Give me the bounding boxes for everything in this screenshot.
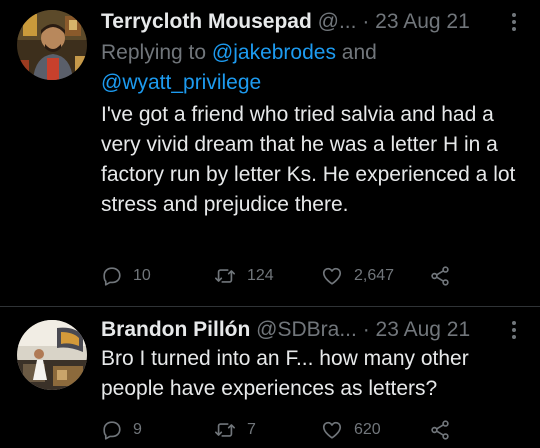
mention-link[interactable]: @jakebrodes (212, 41, 336, 64)
avatar-image (17, 10, 87, 80)
replying-to-label: Replying to (101, 41, 212, 64)
tweet-text: I've got a friend who tried salvia and h… (101, 103, 516, 216)
avatar[interactable] (17, 10, 87, 80)
timestamp[interactable]: 23 Aug 21 (375, 10, 470, 33)
heart-icon (322, 421, 342, 439)
share-button[interactable] (429, 263, 451, 289)
separator-dot: · (362, 10, 370, 33)
tweet-header: Terrycloth Mousepad @... · 23 Aug 21 (101, 8, 521, 36)
display-name[interactable]: Terrycloth Mousepad (101, 10, 312, 33)
share-icon (431, 266, 449, 286)
share-icon (431, 420, 449, 440)
more-vertical-icon[interactable] (507, 10, 521, 34)
handle[interactable]: @SDBra... (256, 318, 357, 341)
heart-icon (322, 267, 342, 285)
separator-dot: · (362, 318, 370, 341)
tweet[interactable]: Terrycloth Mousepad @... · 23 Aug 21 Rep… (0, 0, 540, 307)
retweet-icon (215, 423, 235, 437)
tweet[interactable]: Brandon Pillón @SDBra... · 23 Aug 21 Bro… (0, 307, 540, 448)
replying-to-joiner: and (335, 41, 377, 64)
reply-button[interactable]: 10 (101, 263, 151, 289)
retweet-button[interactable]: 124 (213, 263, 274, 289)
reply-icon (103, 421, 121, 440)
retweet-count: 7 (247, 421, 256, 438)
retweet-button[interactable]: 7 (213, 417, 256, 443)
tweet-actions: 10 124 2,647 (101, 263, 521, 289)
like-button[interactable]: 2,647 (320, 263, 394, 289)
mention-link[interactable]: @wyatt_privilege (101, 71, 261, 94)
more-vertical-icon[interactable] (507, 318, 521, 342)
avatar[interactable] (17, 320, 87, 390)
tweet-header: Brandon Pillón @SDBra... · 23 Aug 21 (101, 316, 521, 344)
display-name[interactable]: Brandon Pillón (101, 318, 250, 341)
tweet-actions: 9 7 620 (101, 417, 521, 443)
reply-count: 9 (133, 421, 142, 438)
handle[interactable]: @... (318, 10, 357, 33)
timestamp[interactable]: 23 Aug 21 (376, 318, 471, 341)
reply-icon (103, 267, 121, 286)
retweet-icon (215, 269, 235, 283)
tweet-text: Bro I turned into an F... how many other… (101, 347, 469, 400)
avatar-image (17, 320, 87, 390)
replying-to: Replying to @jakebrodes and @wyatt_privi… (101, 38, 521, 98)
retweet-count: 124 (247, 267, 274, 284)
like-count: 620 (354, 421, 381, 438)
like-button[interactable]: 620 (320, 417, 381, 443)
reply-count: 10 (133, 267, 151, 284)
like-count: 2,647 (354, 267, 395, 284)
reply-button[interactable]: 9 (101, 417, 142, 443)
share-button[interactable] (429, 417, 451, 443)
